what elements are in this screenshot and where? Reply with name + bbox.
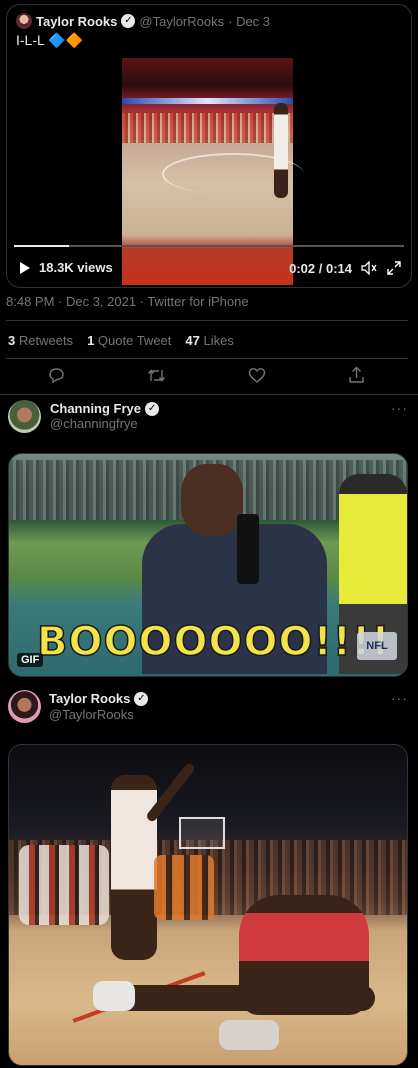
quoted-tweet-card[interactable]: Taylor Rooks ✓ @TaylorRooks · Dec 3 I-L-…: [6, 4, 412, 288]
avatar[interactable]: [8, 690, 41, 723]
retweets-stat[interactable]: 3 Retweets: [8, 333, 73, 348]
retweet-icon[interactable]: [147, 367, 166, 384]
microphone: [237, 514, 259, 584]
mute-icon[interactable]: [361, 261, 377, 275]
player: [274, 103, 288, 198]
verified-badge-icon: ✓: [121, 14, 136, 28]
likes-label: Likes: [203, 333, 234, 348]
video-time: 0:02 / 0:14: [289, 260, 352, 276]
sneaker: [219, 1020, 279, 1050]
likes-count: 47: [185, 333, 200, 348]
quotes-count: 1: [87, 333, 95, 348]
divider: [6, 358, 408, 359]
author-name[interactable]: Channing Frye: [50, 401, 141, 416]
share-icon[interactable]: [348, 366, 365, 384]
action-bar: [0, 366, 418, 386]
tweet-text: I-L-L 🔷🔶: [16, 32, 84, 48]
more-options-icon[interactable]: ···: [391, 690, 408, 706]
author-name[interactable]: Taylor Rooks: [49, 691, 130, 706]
player-legs: [95, 985, 375, 1011]
avatar[interactable]: [16, 13, 32, 29]
tweet-timestamp[interactable]: 8:48 PM · Dec 3, 2021 · Twitter for iPho…: [6, 294, 249, 309]
author-handle[interactable]: @channingfrye: [50, 416, 138, 431]
play-icon[interactable]: [19, 261, 31, 275]
verified-badge-icon: ✓: [145, 401, 160, 416]
tweet-date[interactable]: · Dec 3: [228, 14, 270, 29]
tweet-image[interactable]: [8, 744, 408, 1066]
video-frame: [122, 58, 304, 285]
video-progress-fill: [14, 245, 69, 247]
retweets-count: 3: [8, 333, 16, 348]
crowd: [122, 113, 293, 143]
engagement-stats: 3 Retweets 1 Quote Tweet 47 Likes: [8, 333, 234, 348]
person-head: [181, 464, 243, 536]
divider: [0, 394, 418, 395]
reply-icon[interactable]: [48, 367, 65, 384]
reply-tweet-taylor[interactable]: Taylor Rooks ✓ @TaylorRooks ···: [0, 688, 418, 1068]
likes-stat[interactable]: 47 Likes: [185, 333, 233, 348]
video-player[interactable]: 18.3K views 0:02 / 0:14: [7, 55, 411, 285]
orange-players: [154, 855, 214, 920]
bench-players: [19, 845, 109, 925]
video-progress-track[interactable]: [14, 245, 404, 247]
like-heart-icon[interactable]: [248, 367, 266, 384]
quotes-stat[interactable]: 1 Quote Tweet: [87, 333, 171, 348]
more-options-icon[interactable]: ···: [391, 400, 408, 416]
scoreboard-strip: [122, 98, 293, 104]
sneaker: [93, 981, 135, 1011]
author-handle[interactable]: @TaylorRooks: [49, 707, 134, 722]
author-handle[interactable]: @TaylorRooks: [139, 14, 224, 29]
view-count: 18.3K views: [39, 260, 113, 275]
fullscreen-icon[interactable]: [386, 260, 402, 276]
gif-caption: BOOOOOOO!!!!: [36, 619, 391, 665]
retweets-label: Retweets: [18, 333, 74, 348]
backboard: [179, 817, 225, 849]
nfl-logo: NFL: [357, 632, 397, 660]
avatar[interactable]: [8, 400, 41, 433]
divider: [6, 320, 408, 321]
gif-badge: GIF: [17, 653, 44, 667]
jumping-player: [111, 775, 157, 960]
gif-media[interactable]: BOOOOOOO!!!! NFL GIF: [8, 453, 408, 677]
quotes-label: Quote Tweet: [97, 333, 172, 348]
author-name[interactable]: Taylor Rooks: [36, 14, 117, 29]
reply-tweet-channing[interactable]: Channing Frye ✓ @channingfrye ··· BOOOOO…: [0, 396, 418, 684]
verified-badge-icon: ✓: [134, 691, 149, 706]
